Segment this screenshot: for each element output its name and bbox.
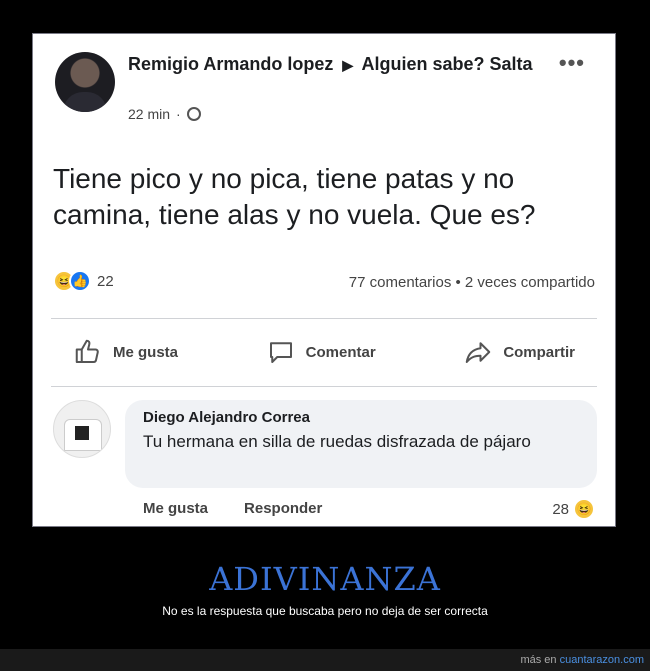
thumbs-up-icon <box>75 339 99 363</box>
divider <box>51 386 597 387</box>
arrow-right-icon: ▶ <box>342 57 354 73</box>
reaction-count: 22 <box>97 272 114 290</box>
post-text: Tiene pico y no pica, tiene patas y no c… <box>53 163 536 230</box>
comment-bubble-icon <box>269 342 292 363</box>
globe-icon <box>186 107 201 121</box>
shirt-icon <box>64 419 102 451</box>
divider <box>51 318 597 319</box>
caption-title: ADIVINANZA <box>209 560 441 598</box>
share-label: Compartir <box>503 343 575 361</box>
comment-reactions[interactable]: 28 😆 <box>552 498 595 520</box>
laugh-emoji-icon: 😆 <box>573 498 595 520</box>
post-header: Remigio Armando lopez ▶ Alguien sabe? Sa… <box>33 34 615 164</box>
site-link[interactable]: cuantarazon.com <box>560 654 644 666</box>
author-avatar[interactable] <box>55 52 115 112</box>
footer-prefix: más en <box>520 654 557 666</box>
comment-like-link[interactable]: Me gusta <box>143 500 208 517</box>
like-button[interactable]: Me gusta <box>53 337 198 367</box>
more-options-icon[interactable]: ••• <box>559 50 585 76</box>
comment-button[interactable]: Comentar <box>246 337 396 367</box>
commenter-name[interactable]: Diego Alejandro Correa <box>143 409 579 426</box>
post-author-line: Remigio Armando lopez ▶ Alguien sabe? Sa… <box>128 52 548 77</box>
comment-label: Comentar <box>305 343 376 361</box>
share-arrow-icon <box>466 342 491 363</box>
post-meta: 22 min · <box>128 106 201 122</box>
screenshot-frame: Remigio Armando lopez ▶ Alguien sabe? Sa… <box>32 33 616 527</box>
comment-bubble: Diego Alejandro Correa Tu hermana en sil… <box>125 400 597 488</box>
comment-reaction-count: 28 <box>552 500 569 518</box>
comment-text: Tu hermana en silla de ruedas disfrazada… <box>143 432 531 451</box>
post-actions: Me gusta Comentar Compartir <box>53 332 595 372</box>
share-button[interactable]: Compartir <box>443 337 595 367</box>
comment-actions: Me gusta Responder <box>143 500 322 517</box>
like-label: Me gusta <box>113 343 179 361</box>
commenter-avatar[interactable] <box>53 400 111 458</box>
like-reaction-icon: 👍 <box>69 270 91 292</box>
caption-subtitle: No es la respuesta que buscaba pero no d… <box>162 604 488 618</box>
comment-reply-link[interactable]: Responder <box>244 500 322 517</box>
separator-dot: · <box>176 106 181 122</box>
post-time[interactable]: 22 min <box>128 106 170 122</box>
reaction-summary[interactable]: 😆 👍 22 <box>53 270 114 292</box>
post-stats[interactable]: 77 comentarios • 2 veces compartido <box>349 274 595 291</box>
author-name[interactable]: Remigio Armando lopez <box>128 54 333 74</box>
site-footer: más en cuantarazon.com <box>0 649 650 671</box>
group-name[interactable]: Alguien sabe? Salta <box>362 54 533 74</box>
